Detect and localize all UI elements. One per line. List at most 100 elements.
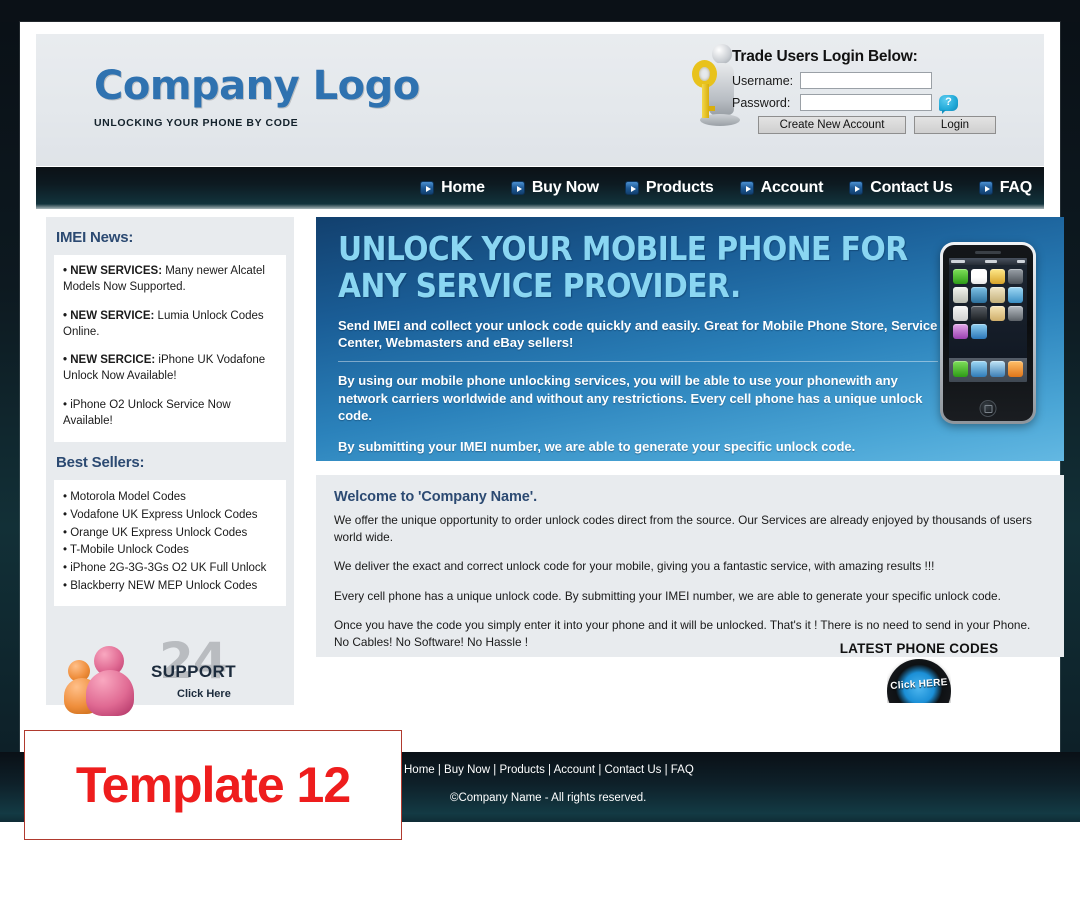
app-icon-mail xyxy=(971,361,987,377)
nav-label: Home xyxy=(441,179,485,196)
iphone-status-bar xyxy=(949,258,1027,265)
iphone-dock xyxy=(949,358,1027,382)
hero-banner: UNLOCK YOUR MOBILE PHONE FOR ANY SERVICE… xyxy=(316,217,1064,461)
latest-phone-codes-block[interactable]: LATEST PHONE CODES Click HERE xyxy=(804,641,1034,703)
site-logo[interactable]: Company Logo UNLOCKING YOUR PHONE BY COD… xyxy=(94,66,420,129)
app-icon-phone xyxy=(953,361,969,377)
content-area: IMEI News: • NEW SERVICES: Many newer Al… xyxy=(36,217,1064,727)
imei-news-title: IMEI News: xyxy=(56,229,134,246)
news-item-lead: • NEW SERCICE: xyxy=(63,354,156,367)
support-people-icon xyxy=(64,644,146,716)
hero-paragraph-1: By using our mobile phone unlocking serv… xyxy=(338,373,923,424)
footer-copyright: ©Company Name - All rights reserved. xyxy=(450,792,647,804)
arrow-bullet-icon xyxy=(624,181,639,195)
welcome-paragraph-3: Every cell phone has a unique unlock cod… xyxy=(334,588,1001,603)
app-icon-empty-2 xyxy=(1008,324,1023,339)
page-root: Company Logo UNLOCKING YOUR PHONE BY COD… xyxy=(0,0,1080,900)
iphone-home-button xyxy=(979,400,997,417)
footer-links[interactable]: Home | Buy Now | Products | Account | Co… xyxy=(404,764,694,776)
click-here-badge[interactable]: Click HERE xyxy=(887,659,951,703)
app-icon-stocks xyxy=(971,287,987,303)
template-label-text: Template 12 xyxy=(75,757,351,813)
login-heading: Trade Users Login Below: xyxy=(732,48,918,65)
person-head-shape xyxy=(712,44,732,64)
nav-label: Contact Us xyxy=(870,179,953,196)
hero-headline: UNLOCK YOUR MOBILE PHONE FOR ANY SERVICE… xyxy=(338,229,908,305)
key-shaft-shape xyxy=(702,84,709,118)
main-column: UNLOCK YOUR MOBILE PHONE FOR ANY SERVICE… xyxy=(316,217,1064,703)
welcome-paragraph-1: We offer the unique opportunity to order… xyxy=(334,513,1032,544)
iphone-app-grid xyxy=(949,265,1027,339)
create-new-account-button[interactable]: Create New Account xyxy=(758,116,906,134)
avatar-large-body-shape xyxy=(86,669,134,716)
logo-wordmark: Company Logo xyxy=(94,66,420,106)
nav-label: FAQ xyxy=(999,179,1032,196)
help-icon[interactable]: ? xyxy=(939,94,958,114)
arrow-bullet-icon xyxy=(739,181,754,195)
nav-item-products[interactable]: Products xyxy=(624,179,714,197)
logo-second-word: Logo xyxy=(312,63,421,109)
support-widget[interactable]: 24 SUPPORT Click Here xyxy=(46,632,294,728)
news-item-text: • iPhone O2 Unlock Service Now Available… xyxy=(63,399,231,428)
best-sellers-list: • Motorola Model Codes • Vodafone UK Exp… xyxy=(63,489,277,596)
signal-bars-icon xyxy=(951,260,965,263)
outer-top-strip xyxy=(0,0,1080,22)
arrow-bullet-icon xyxy=(849,181,864,195)
app-icon-messages xyxy=(953,269,969,285)
password-input[interactable] xyxy=(800,94,932,111)
trade-login-panel: Trade Users Login Below: Username: Passw… xyxy=(732,48,1022,134)
iphone-speaker-shape xyxy=(975,251,1001,254)
list-item[interactable]: • T-Mobile Unlock Codes xyxy=(63,542,277,560)
login-button[interactable]: Login xyxy=(914,116,996,134)
app-icon-empty-1 xyxy=(990,324,1005,339)
hero-text-block: UNLOCK YOUR MOBILE PHONE FOR ANY SERVICE… xyxy=(338,229,948,455)
hero-paragraph-2: By submitting your IMEI number, we are a… xyxy=(338,438,856,454)
key-tooth-shape xyxy=(708,106,715,111)
nav-item-home[interactable]: Home xyxy=(420,179,485,197)
battery-icon xyxy=(1017,260,1025,263)
news-item: • NEW SERCICE: iPhone UK Vodafone Unlock… xyxy=(63,353,277,385)
app-icon-clock xyxy=(953,305,969,321)
list-item[interactable]: • Orange UK Express Unlock Codes xyxy=(63,525,277,543)
news-item-lead: • NEW SERVICES: xyxy=(63,265,163,277)
arrow-bullet-icon xyxy=(510,181,525,195)
nav-item-contact-us[interactable]: Contact Us xyxy=(849,179,953,197)
app-icon-weather xyxy=(1007,287,1023,303)
nav-item-faq[interactable]: FAQ xyxy=(978,179,1032,197)
support-word: SUPPORT xyxy=(151,661,236,681)
list-item[interactable]: • Vodafone UK Express Unlock Codes xyxy=(63,507,277,525)
password-row: Password: ? xyxy=(732,94,1022,114)
app-icon-settings xyxy=(1007,305,1023,321)
username-input[interactable] xyxy=(800,72,932,89)
list-item[interactable]: • Blackberry NEW MEP Unlock Codes xyxy=(63,578,277,596)
list-item[interactable]: • iPhone 2G-3G-3Gs O2 UK Full Unlock xyxy=(63,560,277,578)
welcome-title: Welcome to 'Company Name'. xyxy=(334,489,538,505)
nav-item-buy-now[interactable]: Buy Now xyxy=(510,179,599,197)
app-icon-calendar xyxy=(971,269,987,285)
site-header: Company Logo UNLOCKING YOUR PHONE BY COD… xyxy=(36,34,1044,166)
welcome-paragraph-2: We deliver the exact and correct unlock … xyxy=(334,559,935,574)
app-icon-calculator xyxy=(971,305,987,321)
logo-first-word: Company xyxy=(94,63,300,109)
support-click-here[interactable]: Click Here xyxy=(177,688,231,700)
app-icon-ipod xyxy=(1007,361,1023,377)
imei-news-card: • NEW SERVICES: Many newer Alcatel Model… xyxy=(54,255,286,442)
login-button-group: Create New Account Login xyxy=(758,116,1022,134)
app-icon-itunes xyxy=(953,323,969,339)
template-label-overlay: Template 12 xyxy=(24,730,402,840)
username-label: Username: xyxy=(732,73,794,88)
app-icon-maps xyxy=(989,287,1005,303)
hero-lead-text: Send IMEI and collect your unlock code q… xyxy=(338,317,938,351)
support-text-block: 24 SUPPORT Click Here xyxy=(151,636,281,710)
app-icon-notes xyxy=(989,305,1005,321)
hero-divider xyxy=(338,361,938,362)
nav-label: Account xyxy=(760,179,824,196)
left-sidebar: IMEI News: • NEW SERVICES: Many newer Al… xyxy=(46,217,294,716)
username-row: Username: xyxy=(732,72,1022,89)
news-item: • NEW SERVICE: Lumia Unlock Codes Online… xyxy=(63,309,277,341)
list-item[interactable]: • Motorola Model Codes xyxy=(63,489,277,507)
nav-item-account[interactable]: Account xyxy=(739,179,824,197)
arrow-bullet-icon xyxy=(420,181,435,195)
app-icon-app-store xyxy=(971,323,987,339)
iphone-body-shape xyxy=(943,245,1033,421)
